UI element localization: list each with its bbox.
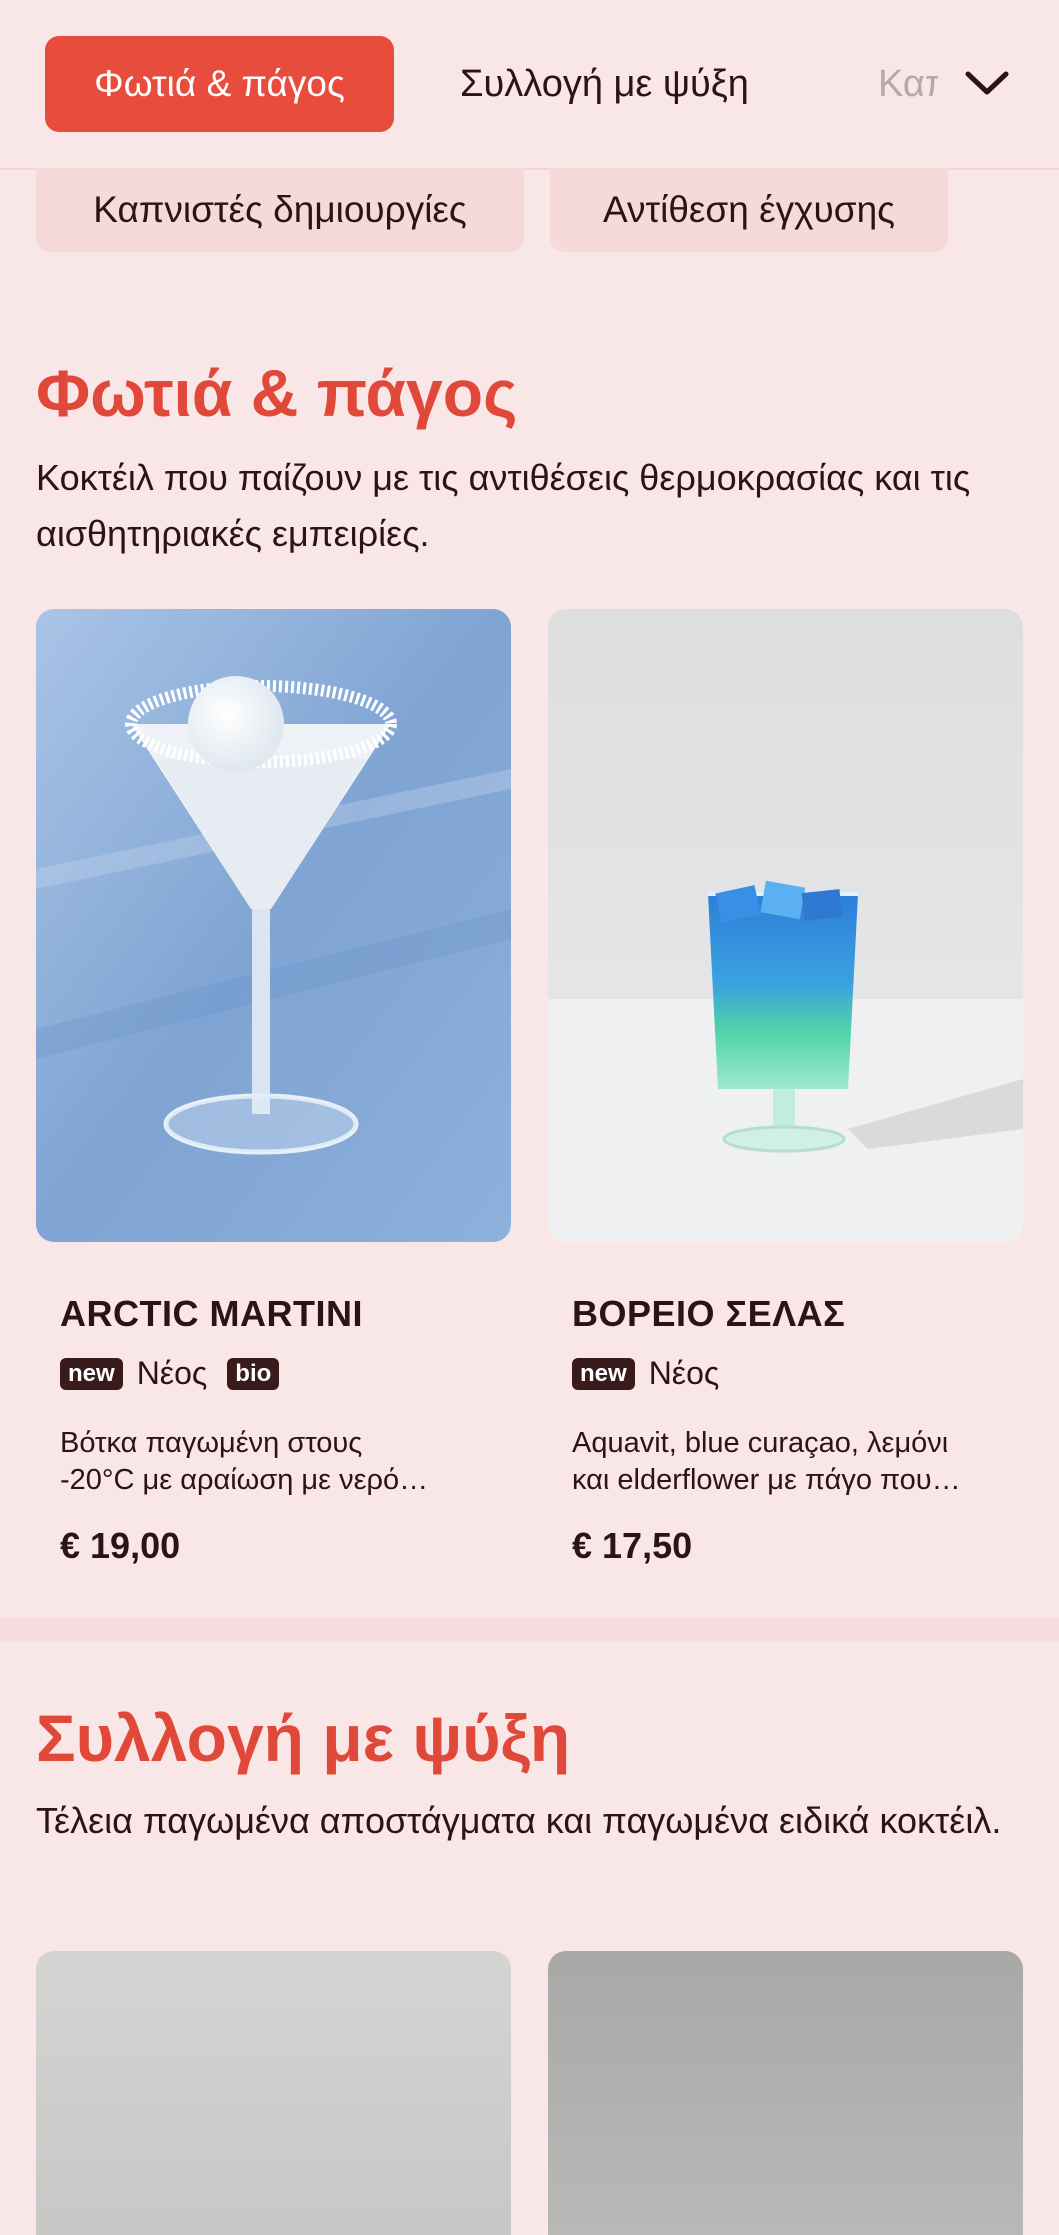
new-label: Νέος [136,1355,208,1391]
product-image[interactable] [36,1951,511,2235]
subcategory-chips: Καπνιστές δημιουργίες Αντίθεση έγχυσης [0,168,1059,252]
product-name[interactable]: ΒΟΡΕΙΟ ΣΕΛΑΣ [572,1293,845,1335]
section-divider [0,1618,1059,1642]
category-nav: Φωτιά & πάγος Συλλογή με ψύξη Καπνιστές … [0,0,1059,170]
bio-badge: bio [227,1357,280,1390]
section-title: Συλλογή με ψύξη [36,1701,571,1775]
product-description: Βότκα παγωμένη στους -20°C με αραίωση με… [60,1425,490,1499]
chip-infusion-contrast[interactable]: Αντίθεση έγχυσης [550,168,948,252]
new-badge: new [60,1357,123,1390]
product-name[interactable]: ARCTIC MARTINI [60,1293,363,1335]
new-badge: new [572,1357,635,1390]
description-line: και elderflower με πάγο που… [572,1464,961,1496]
chip-smoked-creations[interactable]: Καπνιστές δημιουργίες [36,168,524,252]
tab-smoked-creations[interactable]: Καπνιστές δημιουργίες [878,36,938,132]
arctic-martini-image[interactable] [36,609,511,1242]
new-label: Νέος [648,1355,720,1391]
section-description: Κοκτέιλ που παίζουν με τις αντιθέσεις θε… [36,457,971,554]
product-badges: new Νέος [572,1355,719,1392]
description-line: Aquavit, blue curaçao, λεμόνι [572,1427,949,1459]
tab-fire-ice[interactable]: Φωτιά & πάγος [45,36,394,132]
product-description: Aquavit, blue curaçao, λεμόνι και elderf… [572,1425,1002,1499]
product-image[interactable] [548,1951,1023,2235]
product-price: € 19,00 [60,1525,181,1566]
description-line: Βότκα παγωμένη στους [60,1427,363,1459]
product-badges: new Νέος bio [60,1355,280,1392]
section-description: Τέλεια παγωμένα αποστάγματα και παγωμένα… [36,1800,1002,1841]
aurora-cocktail-image[interactable] [548,609,1023,1242]
chevron-down-icon[interactable] [962,58,1012,108]
tab-chilled-collection[interactable]: Συλλογή με ψύξη [460,36,749,132]
product-price: € 17,50 [572,1525,693,1566]
description-line: -20°C με αραίωση με νερό… [60,1464,429,1496]
section-title: Φωτιά & πάγος [36,356,518,430]
